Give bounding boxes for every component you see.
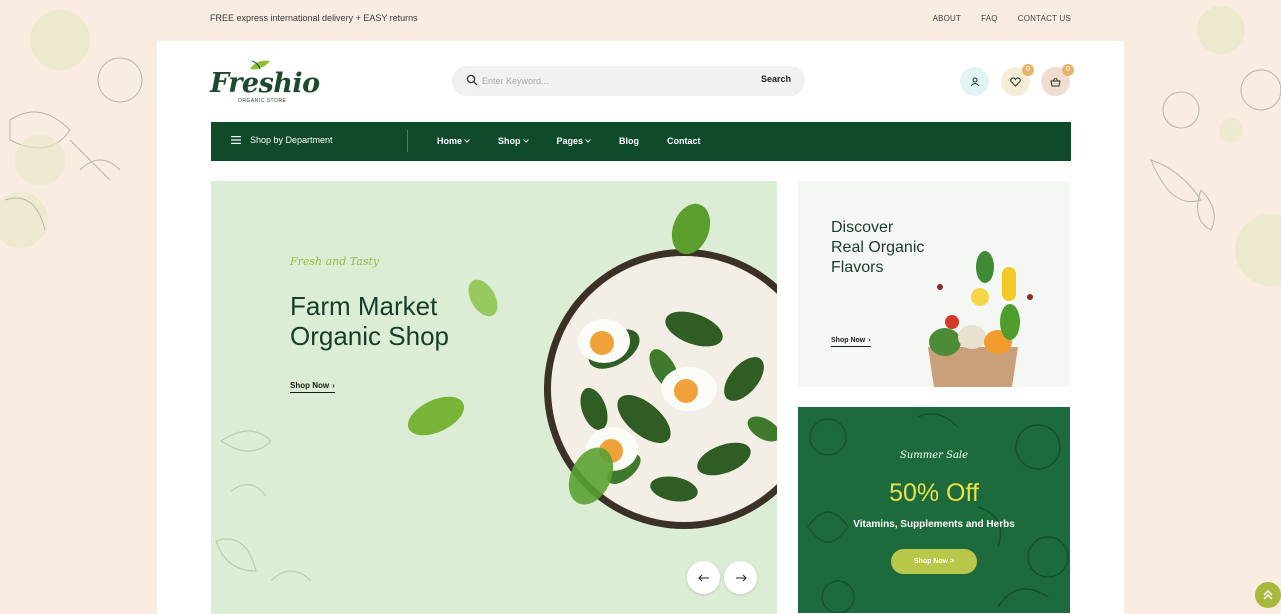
floating-leaf-image — [468, 279, 498, 317]
sale-headline: 50% Off — [889, 479, 979, 507]
about-link[interactable]: ABOUT — [933, 14, 962, 23]
account-button[interactable] — [960, 67, 989, 96]
hero-title-line2: Organic Shop — [290, 321, 449, 351]
faq-link[interactable]: FAQ — [981, 14, 998, 23]
promo-shop-now-link[interactable]: Shop Now › — [831, 337, 871, 347]
floating-leaf-image — [407, 396, 465, 436]
promo-card-title: Discover Real Organic Flavors — [831, 218, 924, 278]
nav-pages[interactable]: Pages — [557, 136, 592, 146]
cart-button[interactable]: 0 — [1041, 64, 1074, 96]
search-icon — [466, 74, 478, 86]
sale-subtitle: Vitamins, Supplements and Herbs — [853, 519, 1015, 530]
page-container: Freshio ORGANIC STORE Search 0 0 — [157, 41, 1124, 614]
site-logo[interactable]: Freshio ORGANIC STORE — [210, 56, 320, 108]
chevron-down-icon — [522, 139, 529, 143]
main-navigation: Shop by Department Home Shop Pages Blog … — [211, 122, 1071, 161]
floating-leaf-image — [568, 447, 614, 505]
nav-home-label: Home — [437, 136, 463, 146]
hero-shop-now-link[interactable]: Shop Now › — [290, 381, 335, 393]
nav-contact[interactable]: Contact — [667, 136, 701, 146]
back-to-top-button[interactable] — [1255, 582, 1281, 608]
arrow-left-icon — [697, 574, 709, 581]
nav-pages-label: Pages — [556, 136, 584, 146]
search-input[interactable] — [482, 72, 732, 90]
logo-tagline: ORGANIC STORE — [238, 98, 287, 104]
chevron-down-icon — [585, 139, 591, 143]
search-button[interactable]: Search — [761, 74, 791, 84]
basket-icon — [1050, 77, 1061, 86]
nav-blog[interactable]: Blog — [619, 136, 639, 146]
wishlist-button[interactable]: 0 — [1001, 64, 1034, 96]
hero-title: Farm Market Organic Shop — [290, 291, 449, 351]
search-bar: Search — [452, 66, 805, 96]
salad-bowl-image — [544, 249, 777, 529]
nav-divider — [407, 130, 408, 152]
wishlist-count-badge: 0 — [1022, 64, 1034, 76]
floating-leaf-image — [671, 203, 711, 255]
sale-shop-now-button[interactable]: Shop Now > — [891, 549, 977, 574]
promo-title-line3: Flavors — [831, 259, 884, 276]
logo-wordmark: Freshio — [210, 68, 320, 99]
cart-count-badge: 0 — [1062, 64, 1074, 76]
hero-slider: Fresh and Tasty Farm Market Organic Shop… — [211, 181, 777, 614]
chevron-right-icon: › — [332, 381, 335, 390]
department-label: Shop by Department — [250, 135, 333, 145]
background-illustration-right — [1150, 6, 1281, 286]
chevron-right-icon: › — [868, 337, 871, 344]
hamburger-menu-icon — [231, 136, 241, 144]
shop-by-department-button[interactable]: Shop by Department — [231, 135, 333, 145]
fruit-doodle-pattern — [807, 413, 1069, 613]
arrow-right-icon — [735, 574, 747, 581]
nav-shop-label: Shop — [498, 136, 521, 146]
leaf-doodle-pattern — [215, 430, 312, 582]
double-chevron-up-icon — [1263, 589, 1273, 600]
chevron-down-icon — [464, 139, 470, 143]
slider-next-button[interactable] — [724, 561, 757, 594]
hero-cta-label: Shop Now — [290, 381, 330, 390]
hero-script-tagline: Fresh and Tasty — [290, 255, 380, 268]
contact-us-link[interactable]: CONTACT US — [1018, 14, 1071, 23]
nav-menu: Home Shop Pages Blog Contact — [437, 136, 729, 146]
promo-cta-label: Shop Now — [831, 337, 866, 344]
top-links: ABOUT FAQ CONTACT US — [933, 14, 1071, 23]
nav-home[interactable]: Home — [437, 136, 470, 146]
summer-sale-banner[interactable]: Summer Sale 50% Off Vitamins, Supplement… — [798, 407, 1070, 613]
hero-title-line1: Farm Market — [290, 291, 438, 321]
promo-title-line1: Discover — [831, 219, 894, 236]
heart-icon — [1010, 76, 1021, 87]
grocery-bag-image — [928, 251, 1033, 387]
nav-shop[interactable]: Shop — [498, 136, 529, 146]
slider-prev-button[interactable] — [687, 561, 720, 594]
top-bar: FREE express international delivery + EA… — [0, 0, 1281, 40]
user-icon — [970, 77, 979, 86]
organic-flavors-banner[interactable]: Discover Real Organic Flavors Shop Now › — [798, 181, 1070, 387]
promo-title-line2: Real Organic — [831, 239, 925, 256]
sale-script-title: Summer Sale — [899, 450, 969, 461]
background-illustration-left — [0, 10, 143, 248]
delivery-promo-text: FREE express international delivery + EA… — [210, 13, 418, 23]
